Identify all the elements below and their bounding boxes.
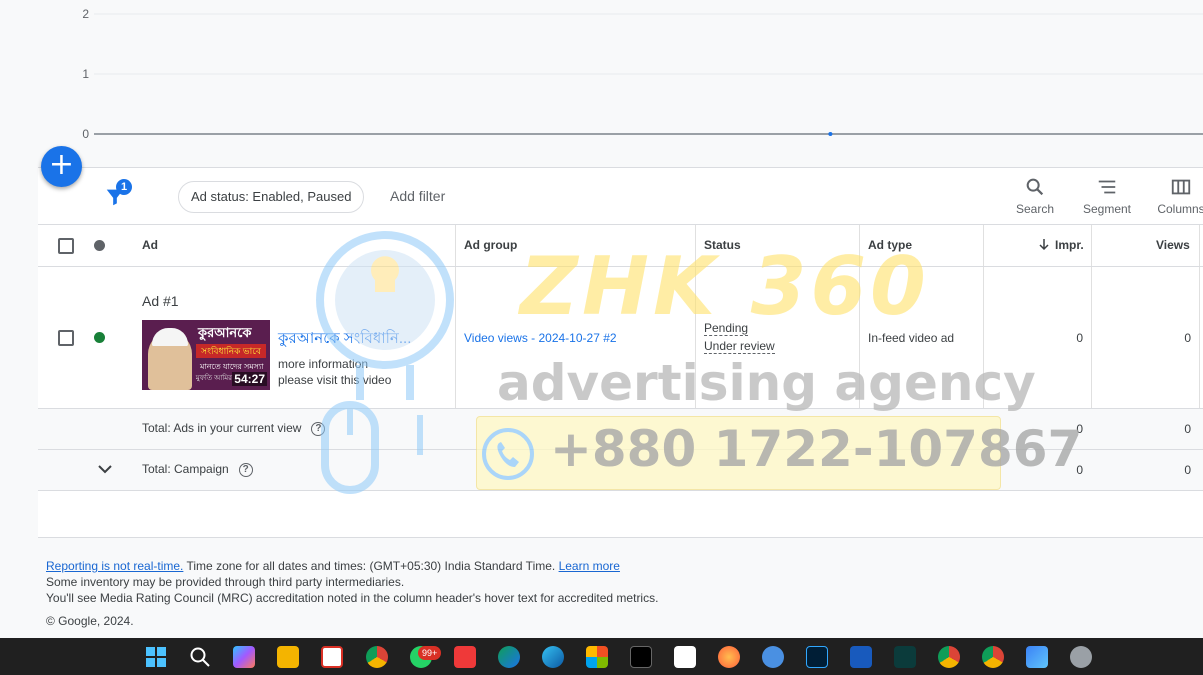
chrome-profile-a-icon[interactable] [982, 646, 1004, 668]
copyright: © Google, 2024. [46, 614, 134, 628]
search-icon [1026, 178, 1044, 196]
columns-button[interactable]: Columns [1154, 176, 1203, 216]
phone-icon [482, 428, 534, 480]
total-current-view-text: Total: Ads in your current view [142, 421, 302, 435]
thumbnail-channel: মুফতি আমির [195, 375, 232, 382]
thumbnail-subtitle: সংবিধানিক ভাবে [196, 344, 266, 358]
segment-icon [1098, 180, 1116, 194]
y-tick-label: 2 [82, 7, 89, 21]
video-thumbnail[interactable]: কুরআনকে সংবিধানিক ভাবে মানতে যাদের সমস্য… [142, 320, 270, 390]
photos-icon[interactable] [1026, 646, 1048, 668]
search-icon[interactable] [189, 646, 211, 668]
learn-more-link[interactable]: Learn more [559, 559, 620, 573]
segment-button[interactable]: Segment [1078, 176, 1136, 216]
sync-icon[interactable] [762, 646, 784, 668]
ad-name: Ad #1 [142, 293, 179, 309]
total-current-view-label: Total: Ads in your current view? [142, 421, 326, 436]
photoshop-icon[interactable] [806, 646, 828, 668]
y-tick-label: 1 [82, 67, 89, 81]
help-icon[interactable]: ? [311, 421, 326, 436]
columns-label: Columns [1157, 202, 1203, 216]
watermark-title: ZHK 360 [520, 240, 930, 333]
impr-value: 0 [1076, 331, 1083, 345]
footer-line-2: Some inventory may be provided through t… [46, 575, 405, 589]
edge-icon[interactable] [542, 646, 564, 668]
footer-line-3: You'll see Media Rating Council (MRC) ac… [46, 591, 659, 605]
views-value: 0 [1184, 331, 1191, 345]
vivaldi-icon[interactable] [454, 646, 476, 668]
total-campaign-label: Total: Campaign? [142, 462, 253, 477]
status-under-review-text[interactable]: Under review [704, 339, 775, 354]
ad-status-filter-chip[interactable]: Ad status: Enabled, Paused [178, 181, 365, 213]
firefox-icon[interactable] [718, 646, 740, 668]
filmora-icon[interactable] [894, 646, 916, 668]
watermark-phone: +880 1722-107867 [550, 420, 1083, 478]
header-views[interactable]: Views [1156, 238, 1190, 252]
ad-headline-link[interactable]: কুরআনকে সংবিধানি... [278, 327, 411, 352]
total-view-views: 0 [1184, 422, 1191, 436]
help-icon[interactable]: ? [238, 462, 253, 477]
total-campaign-views: 0 [1184, 463, 1191, 477]
capcut-pc-icon[interactable] [630, 646, 652, 668]
windows-start-icon[interactable] [145, 646, 167, 668]
capcut-icon[interactable] [674, 646, 696, 668]
thumbnail-cap [152, 328, 188, 346]
watermark-subtitle: advertising agency [497, 354, 1036, 412]
ad-type-value: In-feed video ad [868, 331, 955, 345]
video-duration: 54:27 [232, 372, 267, 386]
windows-taskbar: 99+ [0, 638, 1203, 675]
y-tick-label: 0 [82, 127, 89, 141]
status-under-review: Under review [704, 339, 775, 354]
thumbnail-title: কুরআনকে [198, 325, 252, 340]
chevron-down-icon[interactable] [96, 460, 114, 481]
reporting-realtime-link[interactable]: Reporting is not real-time. [46, 559, 183, 573]
status-column-icon [94, 240, 105, 251]
ad-description-1: more information [278, 357, 369, 371]
whatsapp-notification-badge: 99+ [418, 646, 442, 660]
header-impr[interactable]: Impr. [1055, 238, 1084, 252]
footer-line-1: Reporting is not real-time. Time zone fo… [46, 558, 658, 574]
header-ad-group[interactable]: Ad group [464, 238, 517, 252]
microsoft-store-icon[interactable] [586, 646, 608, 668]
file-explorer-icon[interactable] [277, 646, 299, 668]
ad-group-link[interactable]: Video views - 2024-10-27 #2 [464, 331, 617, 345]
create-fab-button[interactable]: + [41, 146, 82, 187]
total-campaign-text: Total: Campaign [142, 462, 229, 476]
row-checkbox[interactable] [58, 330, 74, 346]
edge-dev-icon[interactable] [498, 646, 520, 668]
filter-count-badge: 1 [116, 179, 132, 195]
segment-label: Segment [1082, 202, 1132, 216]
chrome-profile-icon[interactable] [938, 646, 960, 668]
search-button[interactable]: Search [1008, 176, 1062, 216]
add-filter-button[interactable]: Add filter [390, 188, 445, 204]
snipping-tool-icon[interactable] [321, 646, 343, 668]
columns-icon [1171, 179, 1191, 195]
header-ad[interactable]: Ad [142, 238, 158, 252]
data-point[interactable] [828, 132, 833, 136]
sort-descending-icon [1038, 238, 1050, 254]
footer-notes: Reporting is not real-time. Time zone fo… [46, 558, 658, 606]
enabled-status-dot [94, 332, 105, 343]
table-toolbar: 1 Ad status: Enabled, Paused Add filter … [38, 168, 1203, 225]
search-label: Search [1015, 202, 1055, 216]
ad-description-2: please visit this video [278, 373, 392, 387]
timezone-text: Time zone for all dates and times: (GMT+… [183, 559, 559, 573]
copilot-icon[interactable] [233, 646, 255, 668]
select-all-checkbox[interactable] [58, 238, 74, 254]
chrome-icon[interactable] [366, 646, 388, 668]
performance-chart: 2 1 0 [82, 7, 1203, 141]
word-icon[interactable] [850, 646, 872, 668]
settings-icon[interactable] [1070, 646, 1092, 668]
